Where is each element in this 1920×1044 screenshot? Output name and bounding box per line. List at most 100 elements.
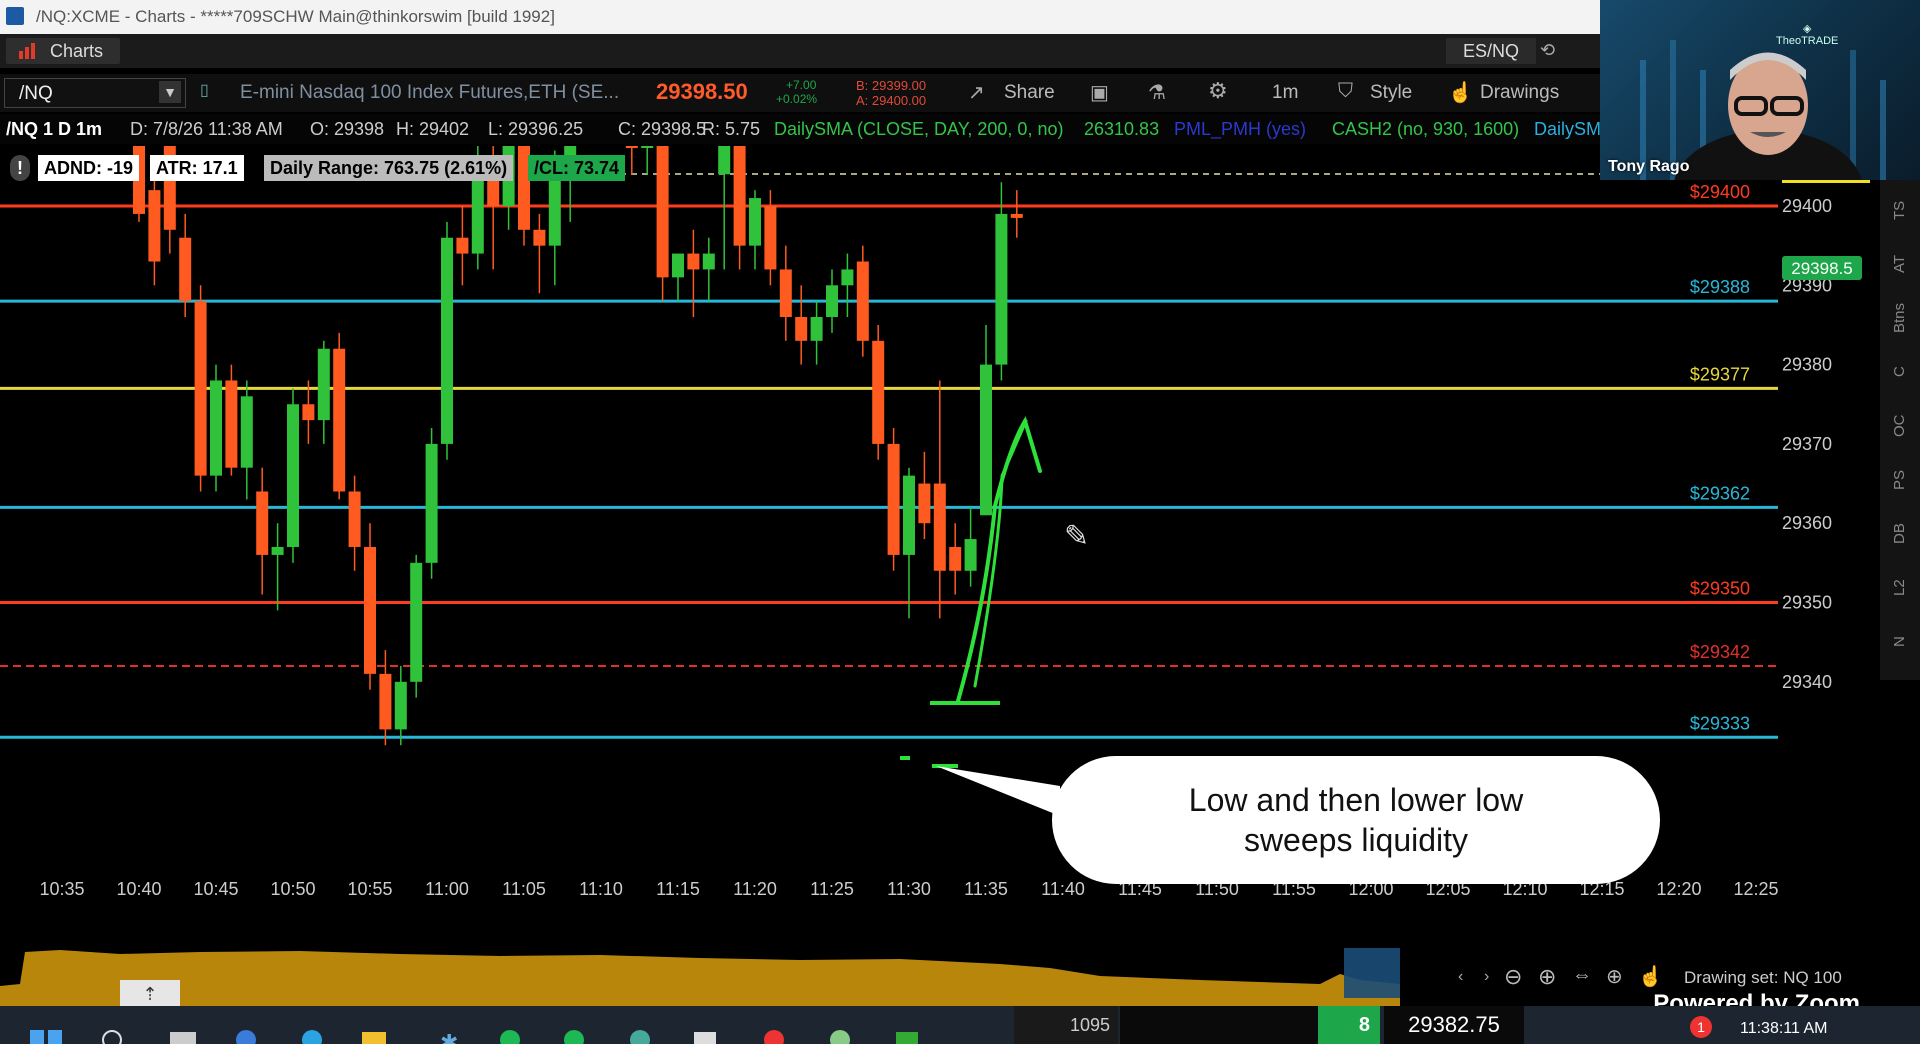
candle-body <box>210 380 222 476</box>
side-tab-oc[interactable]: OC <box>1880 396 1920 456</box>
symbol-selector[interactable]: /NQ ▼ <box>4 78 186 108</box>
tab-es-nq[interactable]: ES/NQ <box>1446 38 1536 64</box>
x-tick-label: 11:15 <box>656 879 700 899</box>
candle-body <box>949 546 962 571</box>
style-button[interactable]: Style <box>1370 82 1412 104</box>
hand-tool-icon[interactable]: ☝ <box>1638 964 1663 989</box>
y-tick-label: 29400 <box>1782 196 1832 216</box>
candle-body <box>687 253 700 270</box>
side-tab-at[interactable]: AT <box>1880 234 1920 294</box>
candle-body <box>718 146 731 175</box>
app-icon-4[interactable] <box>694 1032 716 1044</box>
candle-body <box>964 539 977 571</box>
studies-icon[interactable]: ▣ <box>1090 80 1109 105</box>
spotify-icon[interactable] <box>500 1030 520 1044</box>
current-price-label: 29398.5 <box>1791 259 1852 278</box>
last-price: 29398.50 <box>656 79 748 104</box>
gear-icon[interactable]: ⚙ <box>1208 78 1228 104</box>
share-button[interactable]: Share <box>1004 82 1055 104</box>
candle-body <box>764 206 777 270</box>
candle-body <box>348 491 361 547</box>
candle-body <box>456 237 469 254</box>
bar-chart-icon <box>19 43 35 59</box>
app-icon-2[interactable]: ✱ <box>440 1030 458 1044</box>
candle-body <box>872 340 885 444</box>
change-abs: +7.00 <box>786 78 817 92</box>
candle-body <box>179 237 192 302</box>
share-icon[interactable]: ↗ <box>968 80 985 105</box>
chrome-icon[interactable] <box>764 1030 784 1044</box>
crosshair-icon[interactable]: ⊕ <box>1606 964 1623 989</box>
side-tab-ps[interactable]: PS <box>1880 450 1920 510</box>
side-tab-n[interactable]: N <box>1880 612 1920 672</box>
style-icon[interactable]: ⛉ <box>1338 80 1353 103</box>
daily-study-truncated: DailySM <box>1534 119 1600 139</box>
callout-text-line2: sweeps liquidity <box>1244 822 1468 858</box>
webcam-background <box>1640 40 1886 180</box>
price-level-label: $29362 <box>1690 483 1750 503</box>
side-tab-l2[interactable]: L2 <box>1880 558 1920 618</box>
candles <box>133 146 1023 746</box>
scroll-right-icon[interactable]: › <box>1484 968 1489 986</box>
bar-open: O: 29398 <box>310 119 385 139</box>
bar-date: D: 7/8/26 11:38 AM <box>130 119 283 139</box>
window-title: /NQ:XCME - Charts - *****709SCHW Main@th… <box>36 7 555 26</box>
side-tab-btns[interactable]: Btns <box>1880 288 1920 348</box>
app-icon <box>6 7 24 25</box>
notification-badge[interactable]: 1 <box>1690 1016 1712 1038</box>
pml-study: PML_PMH (yes) <box>1174 119 1307 139</box>
telegram-icon[interactable] <box>302 1030 322 1044</box>
app-icon-1[interactable] <box>236 1030 256 1044</box>
candle-body <box>856 261 869 341</box>
scroll-left-icon[interactable]: ‹ <box>1458 968 1463 986</box>
side-tab-ts[interactable]: TS <box>1880 180 1920 240</box>
side-tab-db[interactable]: DB <box>1880 504 1920 564</box>
price-level-label: $29400 <box>1690 182 1750 202</box>
price-chart[interactable]: $29400 $29388 $29377 $29362 $29350 $29342 $293… <box>0 146 1880 906</box>
alert-icon[interactable]: ! <box>10 155 30 181</box>
search-icon[interactable] <box>102 1030 122 1044</box>
folder-icon[interactable] <box>362 1032 386 1044</box>
flask-icon[interactable]: ⚗ <box>1148 80 1166 105</box>
windows-start-icon[interactable] <box>30 1030 44 1044</box>
bid-price: B: 29399.00 <box>856 78 927 93</box>
chart-toolbar: /NQ ▼ ▯ E-mini Nasdaq 100 Index Futures,… <box>0 74 1600 112</box>
link-icon[interactable]: ▯ <box>200 80 212 102</box>
candle-body <box>379 673 392 730</box>
zoom-out-icon[interactable]: ⊖ <box>1504 964 1522 990</box>
candle-body <box>749 198 761 246</box>
x-tick-label: 10:55 <box>347 879 392 899</box>
x-tick-label: 10:40 <box>116 879 161 899</box>
x-tick-label: 10:50 <box>270 879 315 899</box>
timeframe-button[interactable]: 1m <box>1272 82 1298 104</box>
refresh-icon[interactable]: ⟲ <box>1540 40 1562 62</box>
side-tabs: TS AT Btns C OC PS DB L2 N <box>1880 180 1920 680</box>
side-tab-c[interactable]: C <box>1880 342 1920 402</box>
task-view-icon[interactable] <box>170 1032 196 1044</box>
tab-charts[interactable]: Charts <box>6 38 120 64</box>
excel-icon[interactable] <box>896 1032 918 1044</box>
hand-icon[interactable]: ☝ <box>1448 80 1473 105</box>
bar-range: R: 5.75 <box>702 119 761 139</box>
app-icon-3[interactable] <box>630 1030 650 1044</box>
ticker-value-3: 29382.75 <box>1384 1006 1524 1044</box>
symbol-period: /NQ 1 D 1m <box>6 119 103 139</box>
callout-text-line1: Low and then lower low <box>1189 782 1524 818</box>
chevron-down-icon[interactable]: ▼ <box>159 81 181 103</box>
candle-body <box>441 237 453 444</box>
x-tick-label: 11:00 <box>425 879 469 899</box>
tab-charts-label: Charts <box>50 41 104 61</box>
symbol-input[interactable]: /NQ <box>19 83 53 105</box>
drawings-button[interactable]: Drawings <box>1480 82 1559 104</box>
drawing-set-label[interactable]: Drawing set: NQ 100 <box>1684 968 1842 988</box>
pan-icon[interactable]: ⇔ <box>1572 964 1592 987</box>
webcam-video: ◈ TheoTRADE Tony Rago <box>1600 0 1920 180</box>
chart-info-bar: /NQ 1 D 1m D: 7/8/26 11:38 AM O: 29398 H… <box>0 114 1600 144</box>
ask-price: A: 29400.00 <box>856 93 927 108</box>
x-tick-label: 10:45 <box>193 879 238 899</box>
cl-badge: /CL: 73.74 <box>528 155 626 181</box>
spotify-icon-2[interactable] <box>564 1030 584 1044</box>
x-tick-label: 11:10 <box>579 879 623 899</box>
app-icon-5[interactable] <box>830 1030 850 1044</box>
zoom-in-icon[interactable]: ⊕ <box>1538 964 1556 990</box>
